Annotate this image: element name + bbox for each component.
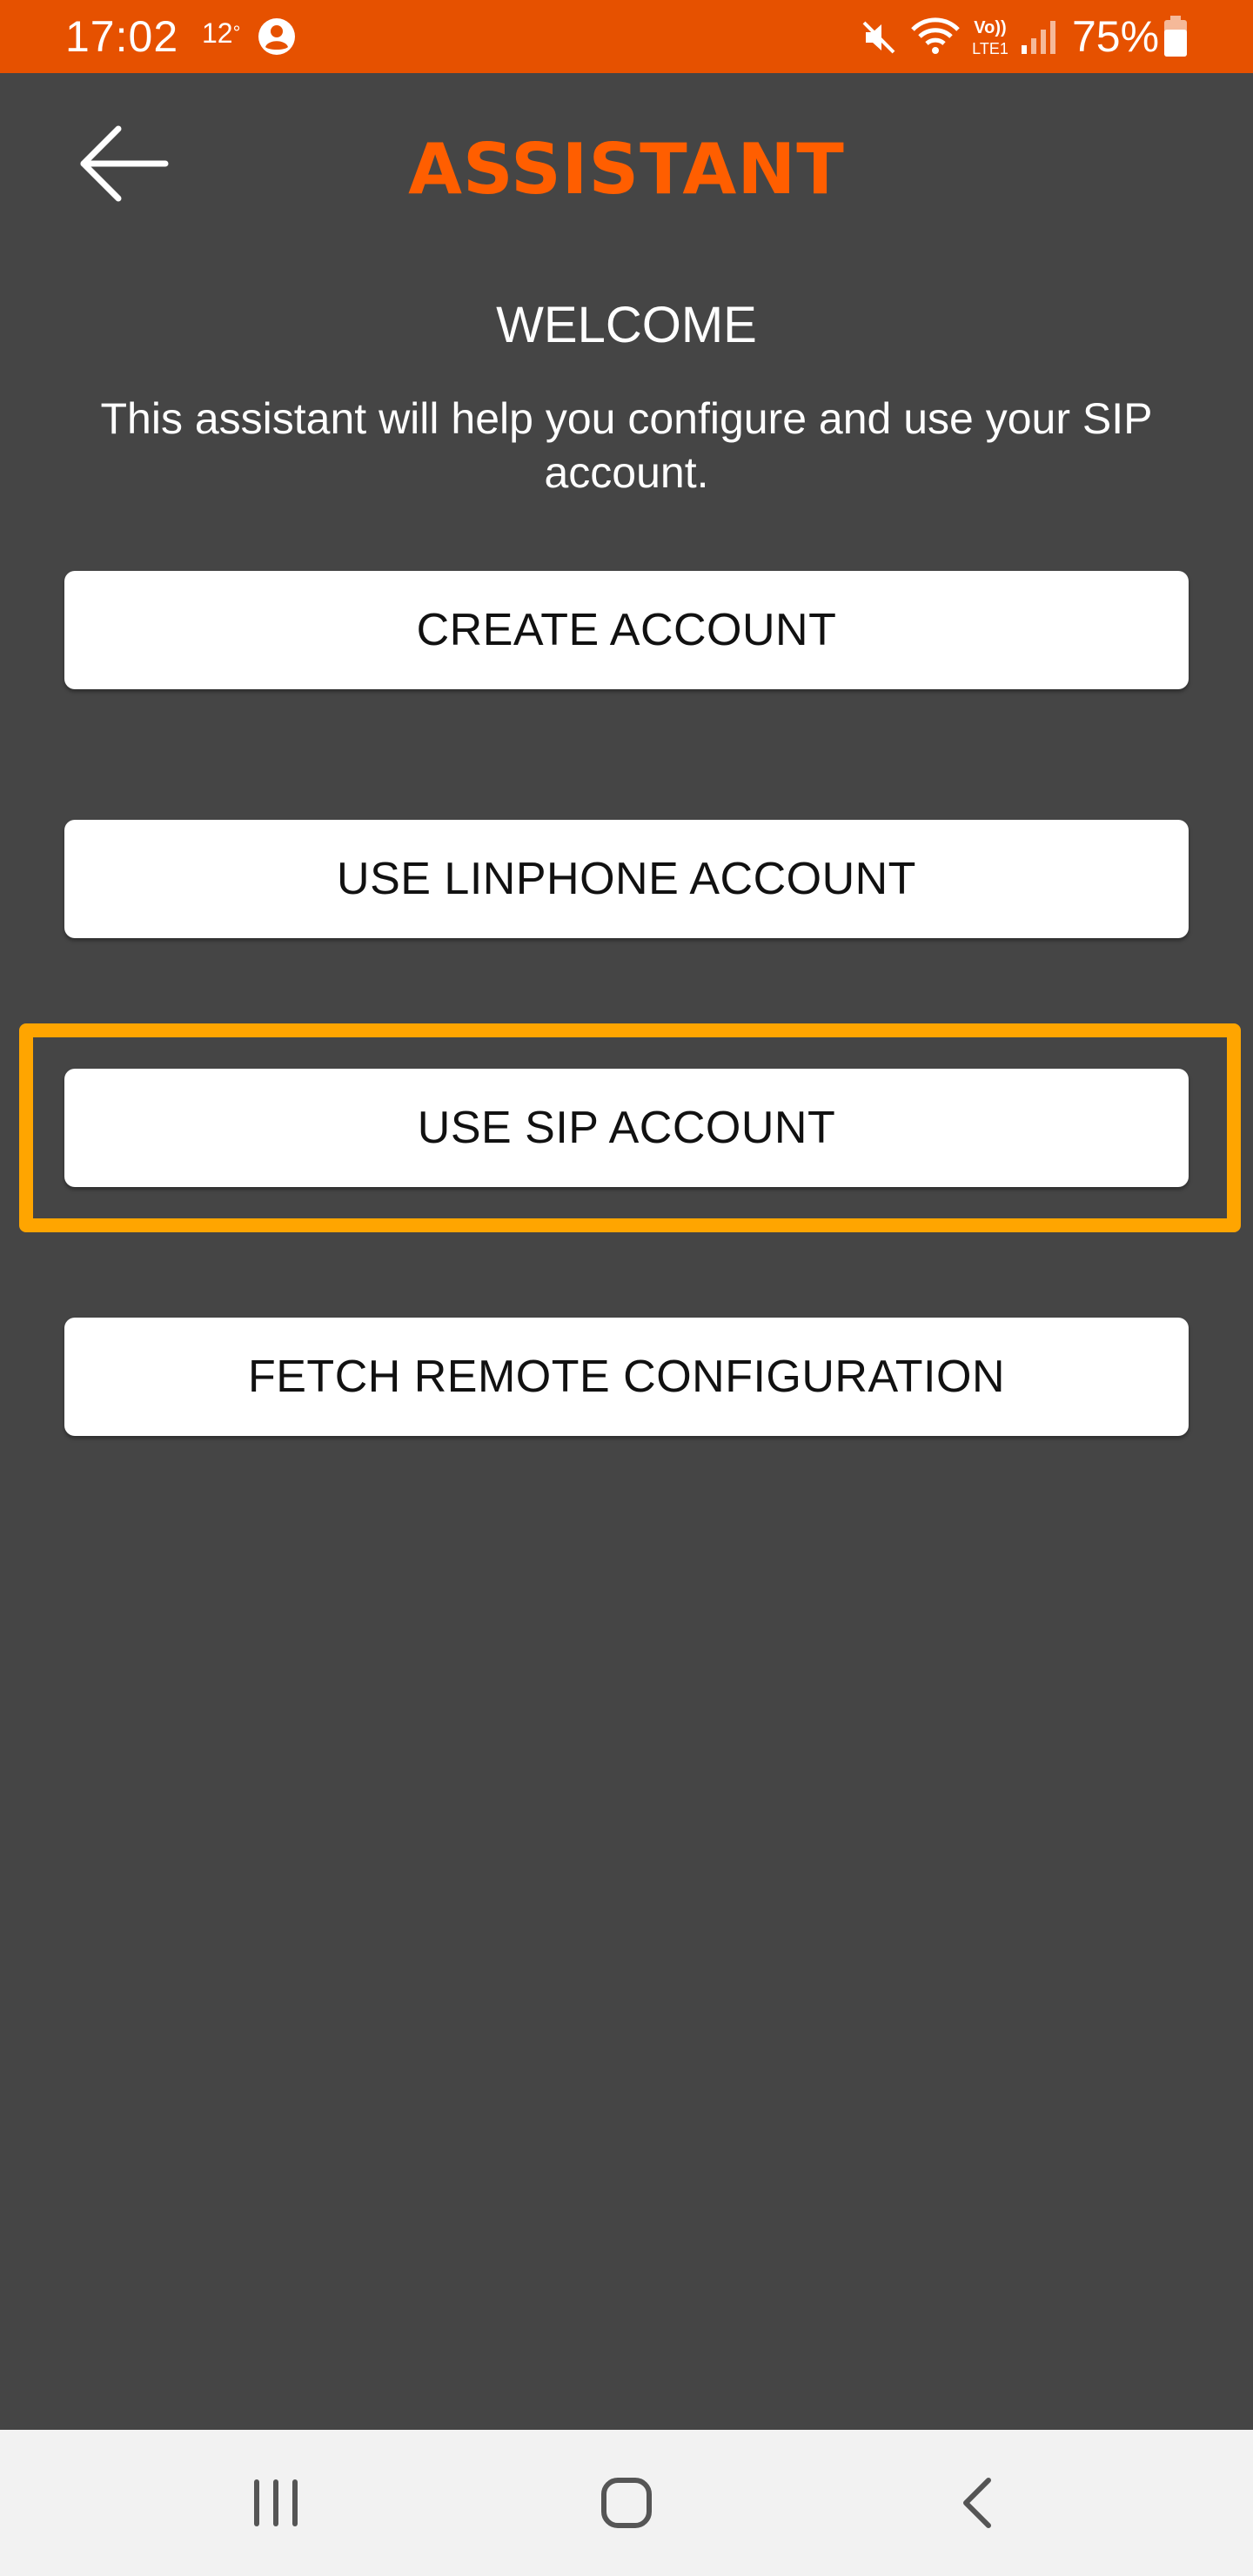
status-temperature-value: 12 [202,17,233,49]
wifi-icon [909,14,962,57]
status-time: 17:02 [65,12,179,61]
person-icon [258,17,296,56]
page-title: ASSISTANT [408,129,845,210]
navigation-bar [0,2430,1253,2576]
fetch-remote-configuration-button[interactable]: FETCH REMOTE CONFIGURATION [64,1318,1189,1436]
home-icon [601,2478,652,2528]
battery-percent: 75% [1072,12,1160,61]
volte-icon: Vo)) LTE1 [968,14,1012,59]
recents-button[interactable] [228,2459,324,2546]
status-temperature-unit: ° [232,22,241,44]
home-button[interactable] [579,2459,674,2546]
welcome-heading: WELCOME [496,297,757,353]
fetch-remote-configuration-label: FETCH REMOTE CONFIGURATION [247,1352,1005,1402]
welcome-description: This assistant will help you configure a… [100,394,1153,497]
status-temperature: 12° [202,16,240,50]
system-back-button[interactable] [929,2459,1025,2546]
use-linphone-account-label: USE LINPHONE ACCOUNT [337,854,916,904]
use-linphone-account-button[interactable]: USE LINPHONE ACCOUNT [64,820,1189,938]
status-bar: 17:02 12° Vo)) LTE1 75% [0,0,1253,73]
svg-text:LTE1: LTE1 [972,40,1008,57]
battery-icon [1163,16,1189,57]
svg-text:Vo)): Vo)) [974,18,1006,37]
create-account-label: CREATE ACCOUNT [416,605,837,655]
use-sip-account-button[interactable]: USE SIP ACCOUNT [64,1069,1189,1187]
mute-icon [859,17,899,57]
create-account-button[interactable]: CREATE ACCOUNT [64,571,1189,689]
back-icon [963,2478,991,2528]
signal-icon [1020,17,1058,56]
recents-icon [254,2479,298,2526]
use-sip-account-label: USE SIP ACCOUNT [417,1103,836,1153]
